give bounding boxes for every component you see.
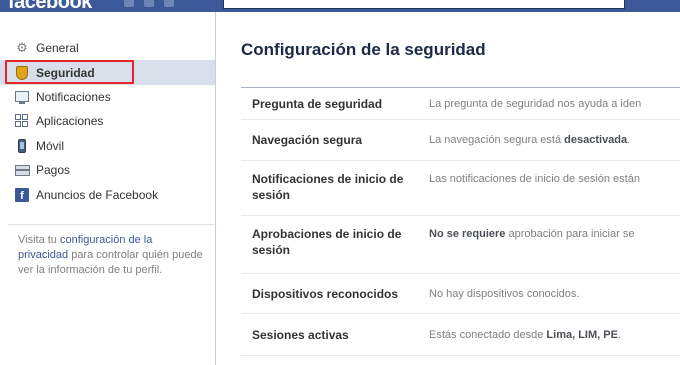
monitor-icon bbox=[14, 89, 30, 105]
setting-value-text: Lima, LIM, PE bbox=[546, 328, 618, 341]
messages-icon[interactable] bbox=[144, 0, 154, 7]
setting-label: Dispositivos reconocidos bbox=[252, 286, 399, 301]
setting-value-text: La navegación segura está bbox=[429, 134, 565, 146]
sidebar-item-label: Notificaciones bbox=[36, 89, 111, 104]
sidebar-item-label: General bbox=[36, 41, 79, 56]
apps-icon bbox=[14, 113, 30, 129]
setting-value-text: . bbox=[617, 328, 621, 341]
sidebar-item-aplicaciones[interactable]: Aplicaciones bbox=[0, 109, 215, 133]
setting-value: Las notificaciones de inicio de sesión e… bbox=[429, 171, 680, 187]
setting-label: Navegación segura bbox=[252, 133, 363, 147]
sidebar-item-notificaciones[interactable]: Notificaciones bbox=[0, 85, 215, 109]
search-input[interactable] bbox=[223, 0, 625, 9]
setting-row-sesiones-activas[interactable]: Sesiones activas Estás conectado desde L… bbox=[241, 314, 680, 356]
privacy-note: Visita tu configuración de la privacidad… bbox=[18, 234, 203, 276]
settings-sidebar: ⚙ General Seguridad Notificaciones Aplic… bbox=[0, 12, 216, 365]
settings-menu: ⚙ General Seguridad Notificaciones Aplic… bbox=[0, 36, 215, 207]
setting-value-text: No se requiere bbox=[429, 228, 506, 240]
sidebar-item-label: Aplicaciones bbox=[36, 114, 104, 129]
setting-value-text: No hay dispositivos conocidos. bbox=[429, 287, 580, 300]
sidebar-item-seguridad[interactable]: Seguridad bbox=[0, 60, 215, 85]
setting-row-aprobaciones-inicio[interactable]: Aprobaciones de inicio de sesión No se r… bbox=[241, 216, 680, 274]
setting-value-text: desactivada bbox=[564, 134, 628, 146]
setting-value: No se requiere aprobación para iniciar s… bbox=[429, 226, 680, 242]
sidebar-item-label: Anuncios de Facebook bbox=[36, 187, 159, 202]
settings-list: Pregunta de seguridad La pregunta de seg… bbox=[241, 88, 680, 356]
setting-value: Estás conectado desde Lima, LIM, PE. bbox=[429, 329, 680, 341]
mobile-phone-icon bbox=[14, 138, 30, 154]
setting-label: Sesiones activas bbox=[252, 327, 349, 342]
setting-value-text: La pregunta de seguridad nos ayuda a ide… bbox=[429, 97, 642, 110]
sidebar-item-label: Pagos bbox=[36, 163, 71, 178]
setting-value-text: Las notificaciones de inicio de sesión e… bbox=[429, 173, 640, 185]
shield-icon bbox=[14, 65, 30, 81]
setting-row-notificaciones-inicio[interactable]: Notificaciones de inicio de sesión Las n… bbox=[241, 161, 680, 216]
sidebar-divider bbox=[8, 224, 215, 225]
setting-value-text: aprobación para iniciar se bbox=[505, 228, 635, 240]
setting-label: Pregunta de seguridad bbox=[252, 96, 383, 111]
page-title: Configuración de la seguridad bbox=[241, 40, 486, 59]
setting-row-pregunta-seguridad[interactable]: Pregunta de seguridad La pregunta de seg… bbox=[241, 88, 680, 120]
setting-value-text: Estás conectado desde bbox=[429, 328, 547, 341]
sidebar-item-label: Seguridad bbox=[36, 65, 95, 80]
sidebar-item-pagos[interactable]: Pagos bbox=[0, 158, 215, 182]
sidebar-item-anuncios[interactable]: f Anuncios de Facebook bbox=[0, 182, 215, 206]
top-navigation-bar: facebook bbox=[0, 0, 680, 12]
sidebar-item-label: Móvil bbox=[36, 138, 65, 153]
facebook-logo[interactable]: facebook bbox=[8, 0, 92, 12]
security-settings-panel: Configuración de la seguridad Pregunta d… bbox=[217, 12, 680, 365]
setting-value: No hay dispositivos conocidos. bbox=[429, 288, 680, 300]
setting-value: La navegación segura está desactivada. bbox=[429, 134, 680, 146]
sidebar-item-general[interactable]: ⚙ General bbox=[0, 36, 215, 60]
facebook-ads-icon: f bbox=[14, 187, 30, 203]
gears-icon: ⚙ bbox=[16, 40, 28, 56]
setting-label: Aprobaciones de inicio de sesión bbox=[252, 227, 402, 257]
friend-requests-icon[interactable] bbox=[124, 0, 134, 7]
setting-value-text: . bbox=[627, 134, 631, 146]
sidebar-item-movil[interactable]: Móvil bbox=[0, 134, 215, 158]
notifications-icon[interactable] bbox=[164, 0, 174, 7]
credit-card-icon bbox=[14, 162, 30, 178]
setting-row-dispositivos[interactable]: Dispositivos reconocidos No hay disposit… bbox=[241, 274, 680, 314]
setting-row-navegacion-segura[interactable]: Navegación segura La navegación segura e… bbox=[241, 120, 680, 161]
setting-value: La pregunta de seguridad nos ayuda a ide… bbox=[429, 98, 680, 110]
setting-label: Notificaciones de inicio de sesión bbox=[252, 172, 404, 202]
